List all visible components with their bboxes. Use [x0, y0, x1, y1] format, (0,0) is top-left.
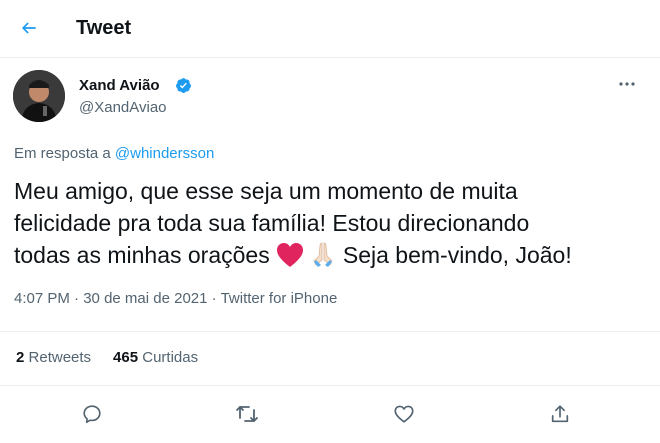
tweet-date[interactable]: 30 de mai de 2021	[83, 290, 207, 307]
reply-prefix: Em resposta a	[14, 145, 111, 162]
tweet-time[interactable]: 4:07 PM	[14, 290, 70, 307]
tweet-source[interactable]: Twitter for iPhone	[221, 290, 338, 307]
author-handle[interactable]: @XandAviao	[79, 99, 167, 116]
retweets-count: 2	[16, 349, 25, 366]
meta-separator: ·	[74, 290, 80, 307]
meta-separator: ·	[211, 290, 217, 307]
reply-mention-link[interactable]: @whindersson	[115, 145, 214, 162]
tweet-header: Tweet	[0, 0, 660, 58]
folded-hands-emoji	[313, 242, 333, 267]
retweet-icon	[236, 406, 258, 422]
red-heart-emoji	[277, 243, 304, 267]
reply-context: Em resposta a @whindersson	[14, 145, 214, 162]
avatar-image	[13, 70, 65, 122]
share-button[interactable]	[546, 400, 574, 428]
avatar[interactable]	[13, 70, 65, 122]
reply-icon	[83, 405, 101, 424]
tweet-line: felicidade pra toda sua família! Estou d…	[14, 210, 530, 236]
likes-count: 465	[113, 349, 139, 366]
share-icon	[551, 405, 569, 423]
back-button[interactable]	[14, 13, 44, 43]
tweet-meta: 4:07 PM · 30 de mai de 2021 · Twitter fo…	[14, 290, 337, 307]
tweet-line: Meu amigo, que esse seja um momento de m…	[14, 178, 518, 204]
retweets-label: Retweets	[28, 349, 92, 366]
author-name[interactable]: Xand Avião	[79, 77, 160, 94]
page-title: Tweet	[76, 17, 132, 39]
more-dots-icon	[619, 82, 635, 86]
arrow-left-icon	[21, 22, 36, 34]
tweet-line-start: todas as minhas orações	[14, 242, 270, 268]
tweet-actions	[0, 390, 660, 436]
retweet-button[interactable]	[233, 400, 261, 428]
retweets-stat[interactable]: 2 Retweets	[16, 349, 91, 366]
tweet-line-end: Seja bem-vindo, João!	[342, 242, 572, 268]
verified-badge-icon	[176, 78, 191, 93]
tweet-stats: 2 Retweets 465 Curtidas	[16, 349, 198, 366]
likes-stat[interactable]: 465 Curtidas	[113, 349, 198, 366]
tweet-text: Meu amigo, que esse seja um momento de m…	[14, 175, 639, 271]
like-icon	[394, 405, 414, 423]
like-button[interactable]	[390, 400, 418, 428]
divider	[0, 385, 660, 386]
tweet-line: todas as minhas orações Seja bem-vindo, …	[14, 239, 639, 271]
likes-label: Curtidas	[142, 349, 199, 366]
more-options-button[interactable]	[612, 72, 642, 96]
divider	[0, 331, 660, 332]
reply-button[interactable]	[78, 400, 106, 428]
